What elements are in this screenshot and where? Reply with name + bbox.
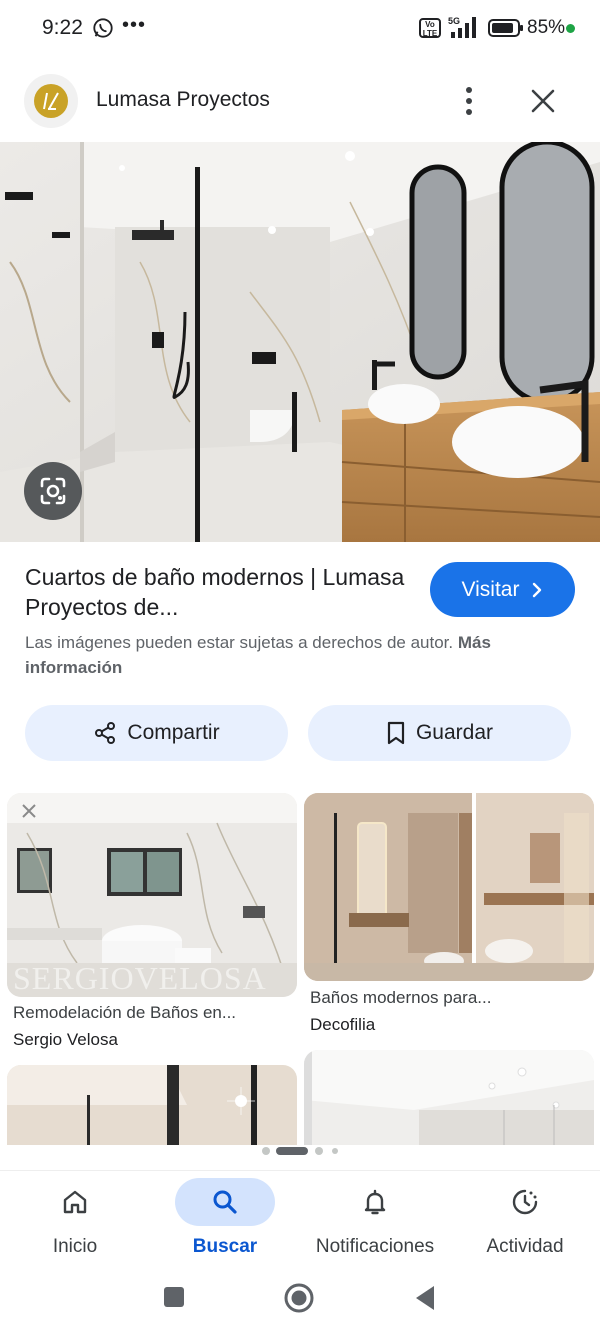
recents-button[interactable] bbox=[162, 1285, 186, 1309]
main-result-image[interactable] bbox=[0, 142, 600, 542]
bookmark-icon bbox=[387, 721, 405, 745]
nav-label-home: Inicio bbox=[52, 1236, 98, 1257]
search-icon bbox=[213, 1190, 237, 1214]
related-image-4[interactable] bbox=[304, 1050, 594, 1145]
share-label: Compartir bbox=[127, 721, 220, 744]
share-icon bbox=[95, 722, 116, 744]
visit-button[interactable]: Visitar bbox=[430, 562, 575, 617]
related-image-1[interactable]: SERGIOVELOSA bbox=[7, 793, 297, 997]
image-pager bbox=[262, 1147, 338, 1155]
back-button[interactable] bbox=[412, 1284, 438, 1312]
nav-label-search: Buscar bbox=[192, 1236, 258, 1257]
more-vert-icon[interactable] bbox=[458, 84, 480, 118]
nav-label-activity: Actividad bbox=[486, 1236, 564, 1257]
related-image-3[interactable] bbox=[7, 1065, 297, 1145]
chevron-right-icon bbox=[533, 582, 542, 597]
system-navigation-bar bbox=[0, 1270, 600, 1333]
battery-percent: 85% bbox=[527, 17, 566, 38]
nav-item-home[interactable]: Inicio bbox=[15, 1178, 135, 1268]
nav-item-activity[interactable]: Actividad bbox=[465, 1178, 585, 1268]
related-source-1: Sergio Velosa bbox=[13, 1030, 118, 1049]
whatsapp-icon bbox=[93, 18, 113, 38]
google-lens-button[interactable] bbox=[24, 462, 82, 520]
signal-icon: 5G bbox=[448, 16, 476, 38]
visit-label: Visitar bbox=[461, 577, 520, 601]
battery-icon bbox=[488, 19, 523, 37]
result-title[interactable]: Cuartos de baño modernos | Lumasa Proyec… bbox=[25, 562, 405, 622]
site-logo-mark bbox=[34, 84, 68, 118]
privacy-indicator-dot bbox=[566, 24, 575, 33]
share-button[interactable]: Compartir bbox=[25, 705, 288, 761]
status-time: 9:22 bbox=[42, 16, 83, 39]
related-title-2[interactable]: Baños modernos para... bbox=[310, 988, 491, 1008]
home-button[interactable] bbox=[283, 1282, 315, 1314]
home-icon bbox=[63, 1190, 87, 1214]
copyright-text: Las imágenes pueden estar sujetas a dere… bbox=[25, 633, 454, 652]
volte-icon: Vo LTE bbox=[419, 18, 441, 38]
activity-icon bbox=[512, 1189, 538, 1215]
close-icon[interactable] bbox=[526, 84, 560, 118]
related-source-2: Decofilia bbox=[310, 1015, 376, 1034]
nav-item-search[interactable]: Buscar bbox=[165, 1178, 285, 1268]
more-notifications-icon: ••• bbox=[122, 14, 147, 36]
nav-label-notifications: Notificaciones bbox=[315, 1236, 435, 1257]
bell-icon bbox=[364, 1189, 386, 1215]
related-title-1[interactable]: Remodelación de Baños en... bbox=[13, 1003, 236, 1023]
save-button[interactable]: Guardar bbox=[308, 705, 571, 761]
related-image-2[interactable] bbox=[304, 793, 594, 981]
site-title[interactable]: Lumasa Proyectos bbox=[96, 88, 270, 112]
svg-text:5G: 5G bbox=[448, 16, 460, 26]
lens-icon bbox=[40, 477, 66, 505]
save-label: Guardar bbox=[415, 721, 494, 744]
copyright-notice: Las imágenes pueden estar sujetas a dere… bbox=[25, 630, 565, 680]
nav-item-notifications[interactable]: Notificaciones bbox=[315, 1178, 435, 1268]
watermark-text: SERGIOVELOSA bbox=[13, 960, 267, 996]
